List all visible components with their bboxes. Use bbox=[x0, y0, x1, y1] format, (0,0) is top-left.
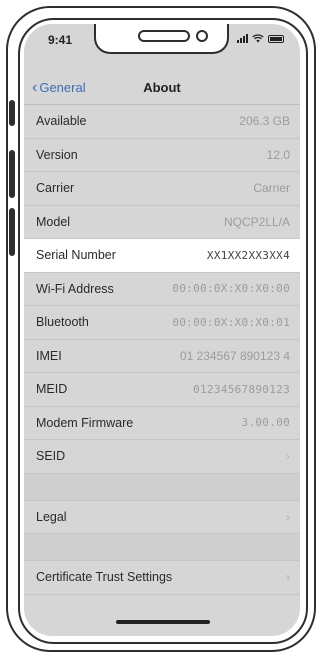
row-bluetooth: Bluetooth 00:00:0X:X0:X0:01 bbox=[24, 306, 300, 340]
row-label: Carrier bbox=[36, 181, 75, 196]
volume-up-button bbox=[9, 150, 15, 198]
row-value: 206.3 GB bbox=[239, 114, 290, 129]
page-title: About bbox=[143, 80, 181, 95]
row-version: Version 12.0 bbox=[24, 138, 300, 172]
chevron-right-icon: › bbox=[286, 449, 290, 464]
notch bbox=[94, 24, 229, 54]
row-label: Certificate Trust Settings bbox=[36, 570, 173, 585]
row-value: Carrier bbox=[253, 181, 290, 196]
row-certificate-trust-settings[interactable]: Certificate Trust Settings › bbox=[24, 561, 300, 595]
volume-down-button bbox=[9, 208, 15, 256]
row-value: 12.0 bbox=[266, 147, 290, 162]
row-label: Available bbox=[36, 114, 87, 129]
row-carrier: Carrier Carrier bbox=[24, 172, 300, 206]
row-wifi-address: Wi-Fi Address 00:00:0X:X0:X0:00 bbox=[24, 272, 300, 306]
row-label: Bluetooth bbox=[36, 315, 89, 330]
row-legal[interactable]: Legal › bbox=[24, 500, 300, 534]
row-value: 01 234567 890123 4 bbox=[179, 348, 290, 363]
row-label: IMEI bbox=[36, 348, 62, 363]
row-label: Version bbox=[36, 147, 78, 162]
wifi-icon bbox=[252, 34, 264, 43]
row-label: SEID bbox=[36, 449, 66, 464]
row-value: 00:00:0X:X0:X0:01 bbox=[172, 315, 290, 329]
row-seid[interactable]: SEID › bbox=[24, 440, 300, 474]
row-label: Wi-Fi Address bbox=[36, 281, 114, 296]
row-label: Serial Number bbox=[36, 248, 116, 263]
row-value: 00:00:0X:X0:X0:00 bbox=[172, 282, 290, 296]
mute-switch bbox=[9, 100, 15, 126]
row-meid: MEID 01234567890123 bbox=[24, 373, 300, 407]
speaker-icon bbox=[138, 30, 190, 42]
camera-icon bbox=[196, 30, 208, 42]
row-imei: IMEI 01 234567 890123 4 bbox=[24, 339, 300, 373]
status-icons bbox=[237, 34, 284, 43]
row-label: Legal bbox=[36, 509, 67, 524]
row-value: XX1XX2XX3XX4 bbox=[206, 248, 290, 262]
home-indicator[interactable] bbox=[116, 620, 210, 624]
row-modem-firmware: Modem Firmware 3.00.00 bbox=[24, 406, 300, 440]
row-value: NQCP2LL/A bbox=[223, 214, 290, 229]
row-value: 3.00.00 bbox=[241, 416, 290, 430]
screen: 9:41 ‹ General About Available 206.3 GB … bbox=[24, 24, 300, 636]
section-spacer bbox=[24, 534, 300, 561]
battery-icon bbox=[268, 34, 284, 43]
row-value: 01234567890123 bbox=[193, 382, 290, 396]
row-model[interactable]: Model NQCP2LL/A bbox=[24, 205, 300, 239]
row-label: MEID bbox=[36, 382, 68, 397]
navigation-bar: ‹ General About bbox=[24, 70, 300, 105]
signal-icon bbox=[237, 34, 248, 43]
chevron-right-icon: › bbox=[286, 570, 290, 585]
row-label: Model bbox=[36, 214, 71, 229]
status-time: 9:41 bbox=[48, 33, 73, 47]
section-spacer bbox=[24, 473, 300, 501]
row-available: Available 206.3 GB bbox=[24, 105, 300, 139]
row-label: Modem Firmware bbox=[36, 415, 134, 430]
about-list: Available 206.3 GB Version 12.0 Carrier … bbox=[24, 105, 300, 595]
chevron-right-icon: › bbox=[286, 509, 290, 524]
row-serial-number[interactable]: Serial Number XX1XX2XX3XX4 bbox=[24, 239, 300, 273]
